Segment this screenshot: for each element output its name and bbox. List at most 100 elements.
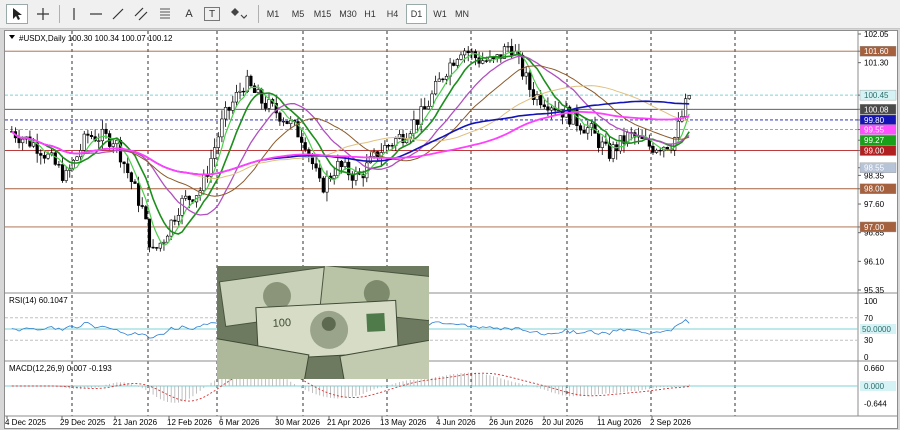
- date-axis-label: 6 Mar 2026: [219, 418, 260, 427]
- vertical-line-tool[interactable]: [64, 4, 84, 24]
- macd-scale-label: 0.000: [864, 382, 885, 391]
- rsi-scale-label: 0: [864, 353, 869, 362]
- candle-body: [60, 164, 65, 181]
- price-tag-label: 97.00: [864, 223, 885, 232]
- candle-body: [136, 183, 141, 206]
- candle-body: [216, 136, 220, 148]
- date-axis-label: 11 Aug 2026: [597, 418, 642, 427]
- candle-body: [100, 128, 104, 142]
- candle-body: [506, 45, 510, 48]
- candle-body: [528, 72, 532, 90]
- price-chart[interactable]: 100 70 50.0000 30 0 0.660 0.000 -0.644 102.05 1…: [5, 30, 897, 428]
- trendline-tool[interactable]: [108, 4, 128, 24]
- candle-body: [140, 205, 144, 207]
- timeframe-m15[interactable]: M15: [310, 4, 335, 24]
- candle-body: [332, 175, 336, 179]
- price-tag-label: 99.00: [864, 147, 885, 156]
- price-axis-label: 97.60: [864, 200, 885, 209]
- terminal-window: A T M1 M5 M15 M30 H1 H4 D1 W1 MN 100 70 50.0000 30 0…: [0, 0, 900, 430]
- date-axis-label: 4 Dec 2025: [5, 418, 46, 427]
- candle-body: [444, 75, 449, 80]
- timeframe-m1[interactable]: M1: [263, 4, 283, 24]
- candle-body: [278, 112, 282, 122]
- candle-body: [419, 106, 423, 125]
- timeframe-h4[interactable]: H4: [383, 4, 402, 24]
- candle-body: [129, 172, 133, 182]
- price-axis-label: 102.05: [864, 31, 889, 39]
- shapes-tool[interactable]: [227, 4, 249, 24]
- timeframe-d1[interactable]: D1: [406, 4, 427, 24]
- timeframe-m30[interactable]: M30: [336, 4, 360, 24]
- candle-body: [683, 98, 688, 117]
- candle-body: [249, 75, 253, 87]
- text-tool[interactable]: A: [181, 4, 197, 24]
- candle-body: [223, 107, 228, 120]
- arrow-cursor-icon: [13, 8, 22, 20]
- candle-body: [281, 120, 286, 123]
- candle-body: [452, 62, 456, 66]
- candle-body: [238, 90, 242, 93]
- timeframe-h1[interactable]: H1: [361, 4, 379, 24]
- candle-body: [318, 167, 322, 179]
- candle-body: [687, 95, 691, 100]
- toolbar-separator: [59, 5, 60, 23]
- candle-body: [39, 153, 43, 156]
- fibonacci-tool[interactable]: [155, 4, 175, 24]
- equidistant-channel-tool[interactable]: [131, 4, 151, 24]
- crosshair-tool[interactable]: [32, 4, 54, 24]
- candle-body: [582, 129, 586, 134]
- candle-body: [220, 118, 224, 138]
- candle-body: [658, 149, 662, 152]
- date-axis-label: 21 Jan 2026: [113, 418, 158, 427]
- date-axis: 4 Dec 2025 29 Dec 2025 21 Jan 2026 12 Feb 2…: [5, 416, 691, 427]
- candle-body: [21, 138, 25, 144]
- candle-body: [597, 133, 601, 148]
- price-tag-label: 100.08: [864, 105, 889, 114]
- price-tag-label: 98.00: [864, 185, 885, 194]
- candle-body: [434, 81, 438, 95]
- candle-body: [437, 78, 441, 82]
- candle-body: [155, 247, 159, 249]
- candle-body: [53, 152, 57, 165]
- candle-body: [321, 177, 325, 193]
- candle-body: [524, 72, 528, 77]
- price-axis-label: 95.35: [864, 286, 885, 295]
- candle-body: [213, 147, 217, 159]
- candle-body: [231, 101, 235, 111]
- candle-body: [618, 135, 622, 152]
- moving-averages: [11, 50, 690, 247]
- candle-body: [86, 133, 90, 136]
- price-axis-label: 101.30: [864, 59, 889, 68]
- chart-toolbar: A T M1 M5 M15 M30 H1 H4 D1 W1 MN: [0, 0, 900, 29]
- candle-body: [263, 102, 267, 109]
- cursor-tool[interactable]: [6, 4, 28, 24]
- candle-body: [173, 219, 177, 222]
- candle-body: [484, 60, 488, 62]
- candle-body: [441, 78, 445, 81]
- text-label-tool[interactable]: T: [204, 7, 220, 21]
- candle-body: [325, 175, 329, 193]
- price-tag-label: 98.55: [864, 164, 885, 173]
- candle-body: [463, 50, 467, 56]
- vertical-line-icon: [73, 8, 75, 20]
- horizontal-line-tool[interactable]: [86, 4, 106, 24]
- candle-body: [339, 160, 344, 168]
- candle-body: [481, 60, 485, 64]
- timeframe-m5[interactable]: M5: [288, 4, 308, 24]
- candle-body: [390, 145, 394, 147]
- candle-body: [546, 106, 550, 111]
- candle-body: [104, 128, 108, 134]
- candle-body: [46, 153, 50, 159]
- timeframe-mn[interactable]: MN: [451, 4, 473, 24]
- candle-body: [466, 50, 470, 54]
- candle-body: [510, 45, 514, 56]
- price-tag-label: 101.60: [864, 47, 889, 56]
- candle-body: [126, 163, 130, 174]
- crosshair-icon: [37, 8, 49, 20]
- candle-body: [350, 174, 354, 181]
- date-axis-label: 26 Jun 2026: [489, 418, 534, 427]
- candle-body: [187, 195, 191, 201]
- timeframe-w1[interactable]: W1: [430, 4, 450, 24]
- candle-body: [336, 160, 340, 176]
- horizontal-line-icon: [90, 13, 102, 15]
